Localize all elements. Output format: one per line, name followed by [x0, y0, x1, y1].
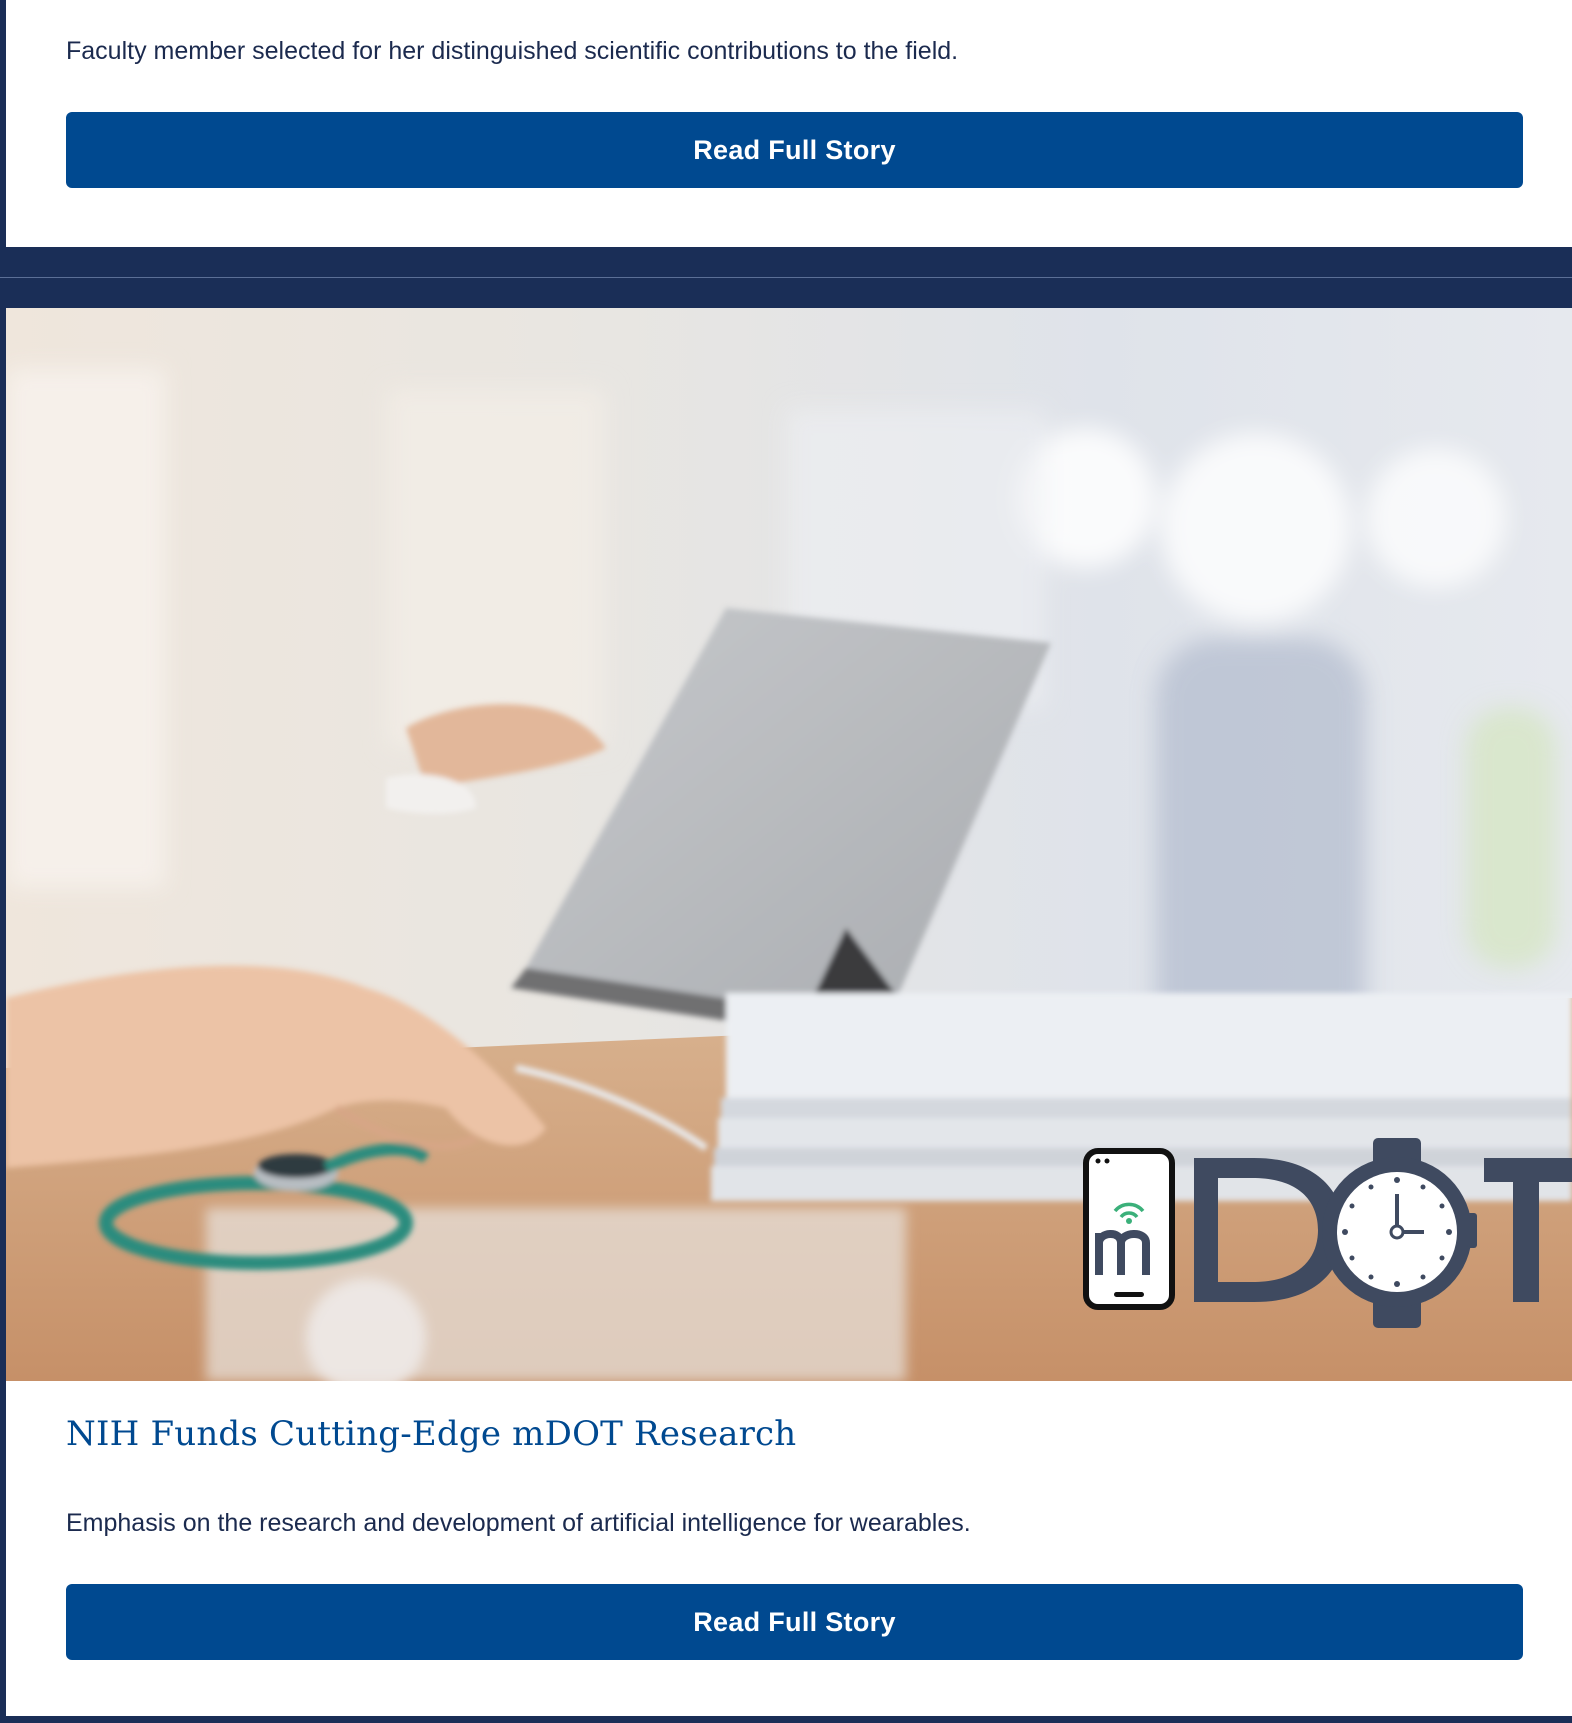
story-headline[interactable]: NIH Funds Cutting-Edge mDOT Research	[66, 1414, 796, 1454]
story-description: Faculty member selected for her distingu…	[66, 37, 959, 65]
story-card-previous: Faculty member selected for her distingu…	[6, 0, 1572, 247]
story-card-mdot: NIH Funds Cutting-Edge mDOT Research Emp…	[6, 308, 1572, 1716]
section-divider	[0, 277, 1572, 278]
read-full-story-button[interactable]: Read Full Story	[66, 112, 1523, 188]
story-description: Emphasis on the research and development…	[66, 1509, 971, 1537]
read-full-story-button[interactable]: Read Full Story	[66, 1584, 1523, 1660]
story-hero-image[interactable]	[6, 308, 1572, 1381]
